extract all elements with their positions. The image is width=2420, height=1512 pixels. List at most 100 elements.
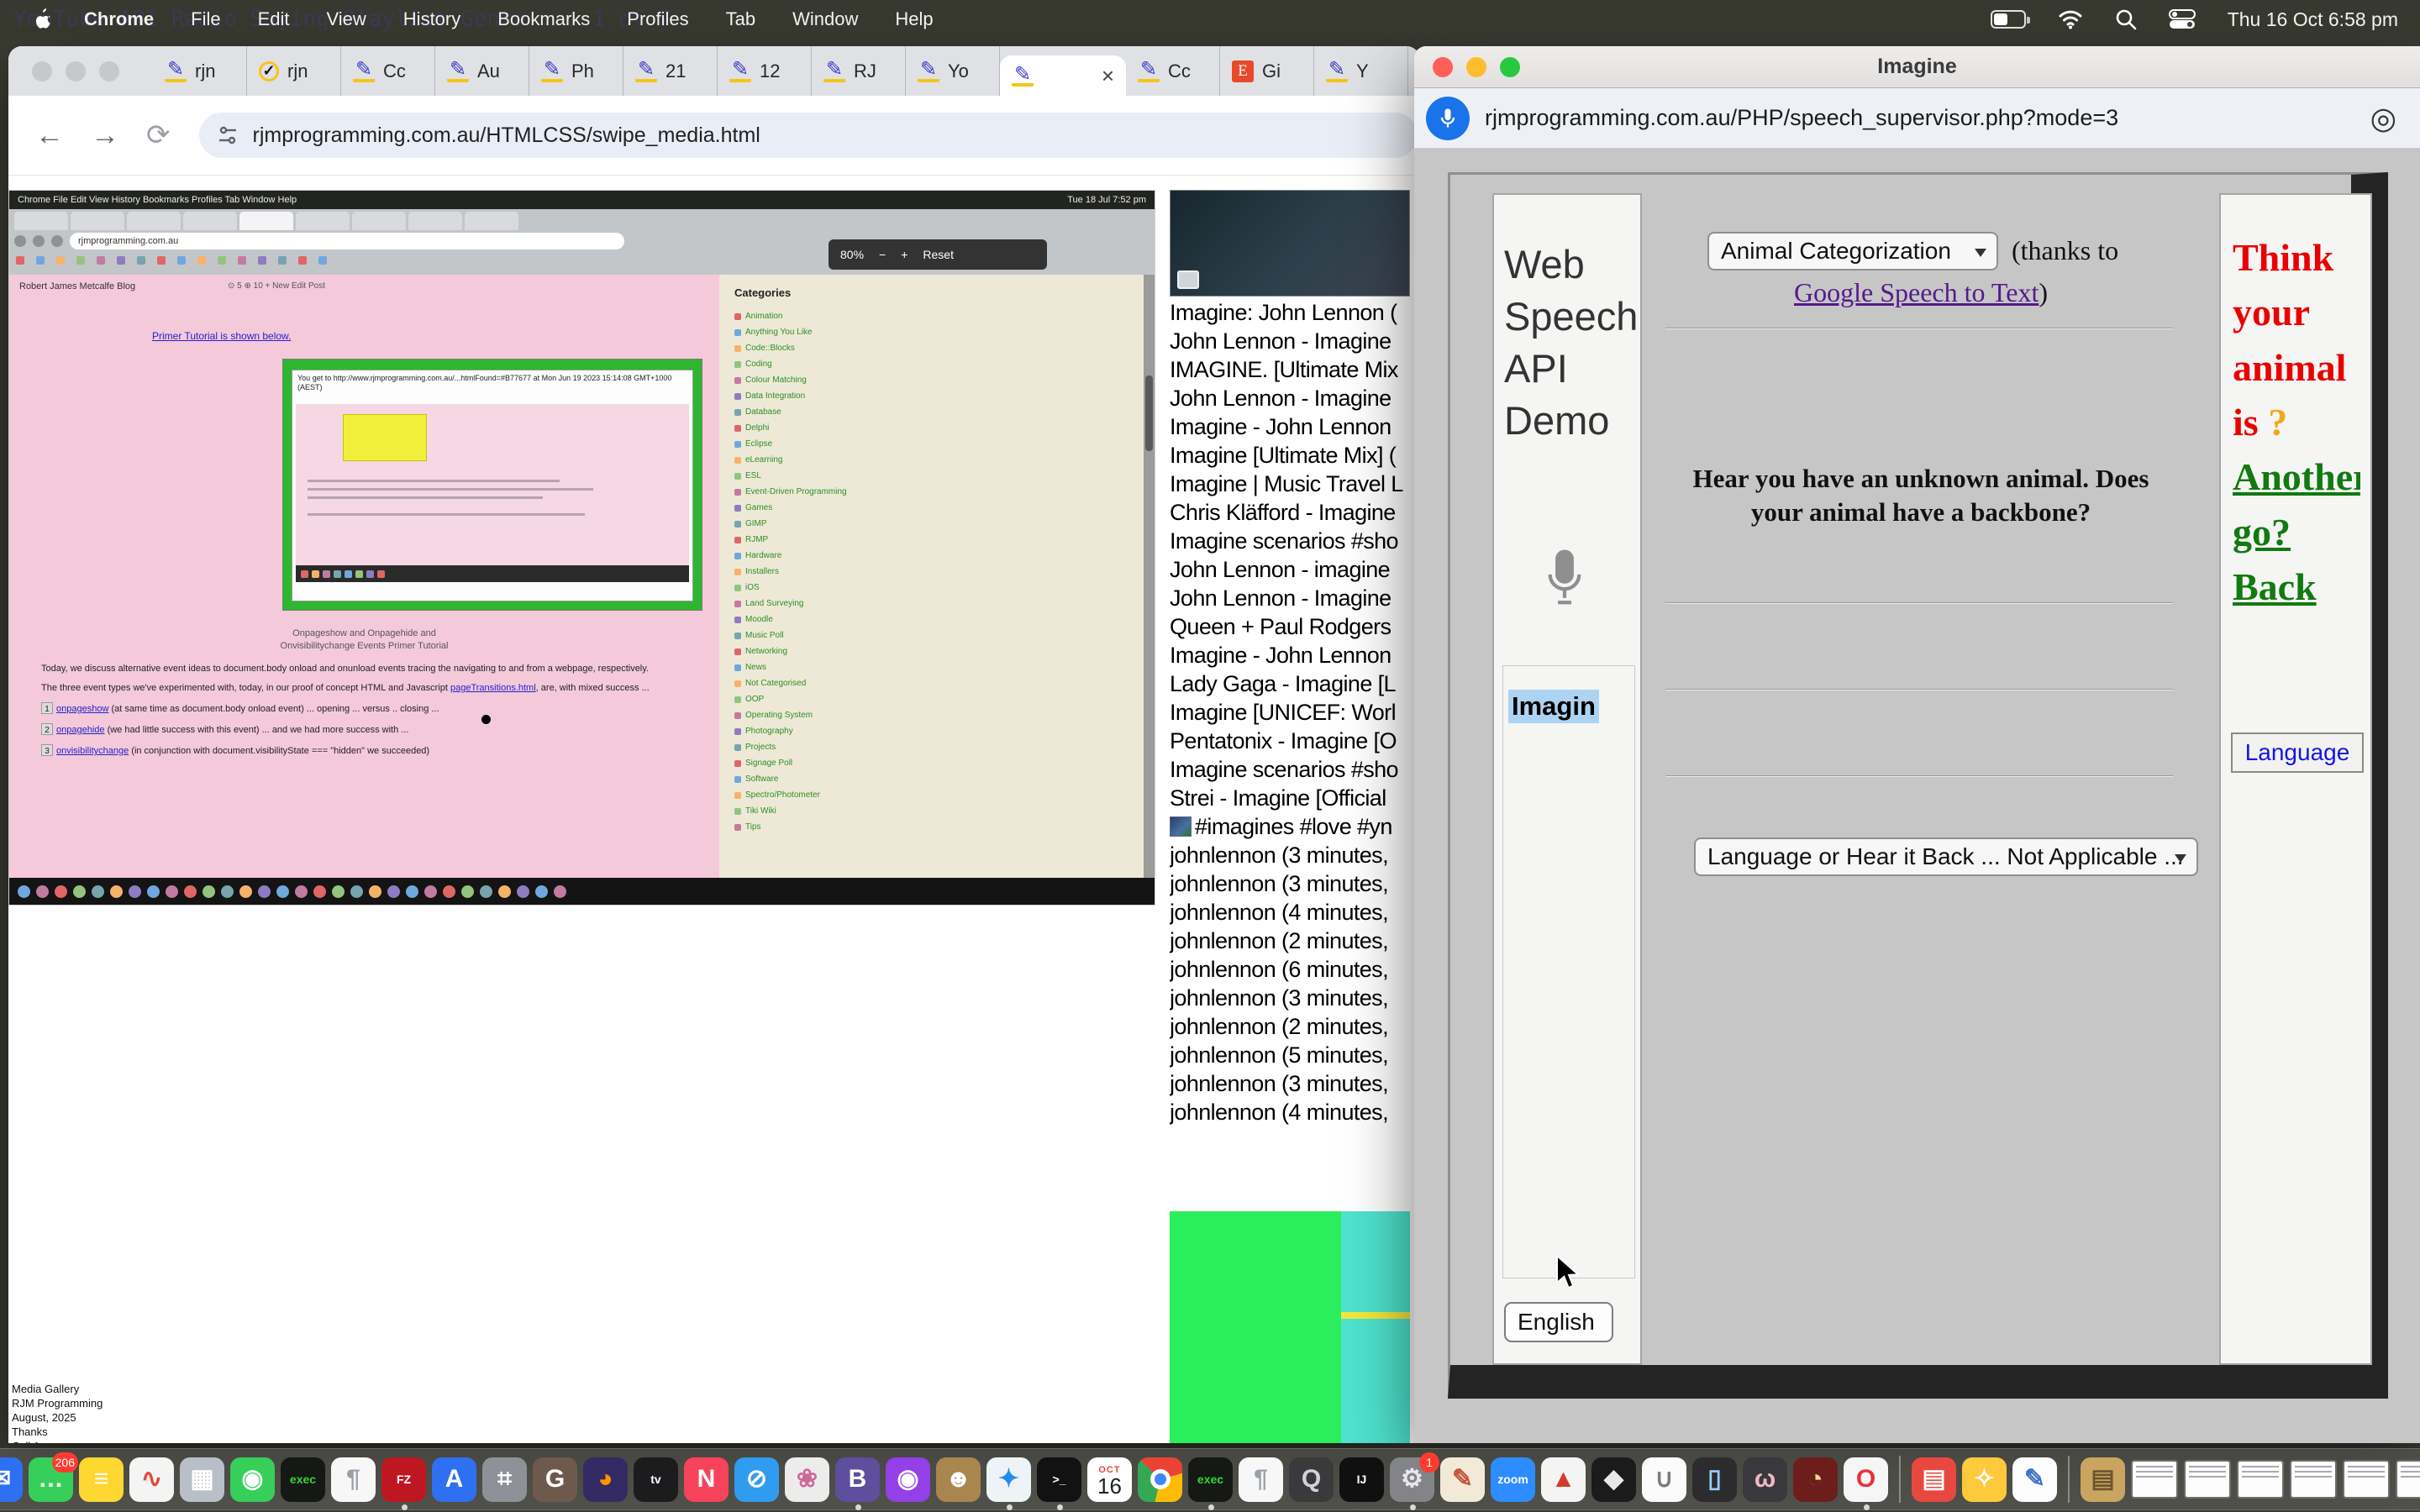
wifi-icon[interactable] [2058,9,2083,29]
zoom-out-icon[interactable]: − [879,248,886,261]
inkscape-icon[interactable]: ◆ [1591,1457,1636,1502]
calculator-icon[interactable]: ⌗ [482,1457,527,1502]
stocks-icon[interactable]: ∿ [129,1457,174,1502]
notes-list-icon[interactable]: ✎ [2012,1457,2057,1502]
category-link[interactable]: RJMP [734,532,847,548]
menu-edit[interactable]: Edit [258,8,290,29]
another-go-link[interactable]: Another go? [2233,455,2360,553]
category-link[interactable]: Tiki Wiki [734,803,847,819]
media-list-item[interactable]: johnlennon (6 minutes, [1170,955,1413,984]
filezilla-icon[interactable]: FZ [381,1457,426,1502]
terminal-icon[interactable]: >_ [1037,1457,1081,1502]
tutorial-event-link[interactable]: onpageshow [56,704,108,714]
eye-icon[interactable]: ◎ [2370,101,2396,136]
contacts-icon[interactable]: ☻ [936,1457,981,1502]
media-list-item[interactable]: Imagine - John Lennon [1170,641,1413,669]
primer-tutorial-link[interactable]: Primer Tutorial is shown below. [152,330,291,342]
molar-app-icon[interactable]: ∪ [1642,1457,1686,1502]
podcasts-icon[interactable]: ◉ [886,1457,930,1502]
playback-language-select[interactable]: Language or Hear it Back ... Not Applica… [1694,837,2198,876]
category-link[interactable]: Games [734,500,847,516]
language-english-button[interactable]: English [1504,1302,1613,1342]
media-list-item[interactable]: John Lennon - Imagine [1170,584,1413,612]
media-list-item[interactable]: johnlennon (3 minutes, [1170,869,1413,898]
control-center-icon[interactable] [2169,9,2196,29]
system-settings-icon[interactable]: ⚙1 [1390,1457,1434,1502]
media-list-item[interactable]: Imagine scenarios #sho [1170,527,1413,555]
spotlight-search-icon[interactable] [2115,8,2137,30]
google-speech-link[interactable]: Google Speech to Text [1794,277,2039,307]
opera-icon[interactable]: O [1844,1457,1888,1502]
category-link[interactable]: Not Categorised [734,675,847,691]
media-list-item[interactable]: johnlennon (5 minutes, [1170,1041,1413,1069]
intellij-idea-icon[interactable]: IJ [1339,1457,1384,1502]
minimized-window[interactable] [2237,1460,2284,1499]
url-text[interactable]: rjmprogramming.com.au/PHP/speech_supervi… [1485,105,2370,131]
media-list-item[interactable]: #imagines #love #yn [1170,812,1413,841]
category-link[interactable]: GIMP [734,516,847,532]
country-button[interactable]: United States [1504,1364,1642,1365]
category-link[interactable]: Projects [734,739,847,755]
browser-tab[interactable]: ✓rjn [247,46,341,96]
zoom-reset-button[interactable]: Reset [923,248,954,261]
media-list-item[interactable]: Imagine [UNICEF: Worl [1170,698,1413,727]
menu-view[interactable]: View [327,8,366,29]
media-list-item[interactable]: John Lennon - Imagine [1170,384,1413,412]
safari-icon[interactable]: ✦ [986,1457,1031,1502]
browser-tab[interactable]: ✎rjn [153,46,247,96]
apple-tv-icon[interactable]: tv [634,1457,678,1502]
browser-tab[interactable]: EGi [1220,46,1314,96]
category-link[interactable]: ESL [734,468,847,484]
gauge-app-icon[interactable]: ◔ [1793,1457,1838,1502]
close-tab-icon[interactable]: × [1102,63,1114,89]
browser-tab[interactable]: ✎Ph [529,46,623,96]
swipe-media-cyan-panel[interactable] [1341,1211,1410,1443]
back-link[interactable]: Back [2233,565,2317,608]
site-settings-icon[interactable] [216,123,239,147]
category-link[interactable]: Moodle [734,612,847,627]
media-list-item[interactable]: Chris Kläfford - Imagine [1170,498,1413,527]
tutorial-event-link[interactable]: onvisibilitychange [56,746,129,756]
category-link[interactable]: Event-Driven Programming [734,484,847,500]
category-link[interactable]: Code::Blocks [734,340,847,356]
language-button[interactable]: Language [2231,732,2364,773]
page-transitions-link[interactable]: pageTransitions.html [450,683,536,693]
category-link[interactable]: Software [734,771,847,787]
microphone-permission-icon[interactable] [1426,97,1470,140]
category-link[interactable]: Music Poll [734,627,847,643]
apple-logo-icon[interactable] [34,8,52,30]
photos-icon[interactable]: ❀ [785,1457,829,1502]
media-list-item[interactable]: Imagine - John Lennon [1170,412,1413,441]
category-link[interactable]: Installers [734,564,847,580]
menu-file[interactable]: File [191,8,220,29]
minimized-window[interactable] [2184,1460,2231,1499]
media-list-item[interactable]: Strei - Imagine [Official [1170,784,1413,812]
address-bar[interactable]: rjmprogramming.com.au/HTMLCSS/swipe_medi… [199,113,1418,158]
textedit-icon[interactable]: ¶ [331,1457,376,1502]
browser-tab[interactable]: ✎RJ [812,46,906,96]
news-icon[interactable]: N [684,1457,729,1502]
gimp-icon[interactable]: G [533,1457,577,1502]
bbedit-icon[interactable]: B [835,1457,880,1502]
category-link[interactable]: Tips [734,819,847,835]
quicktime-icon[interactable]: Q [1289,1457,1334,1502]
category-link[interactable]: Anything You Like [734,324,847,340]
nested-screen-recording[interactable]: Chrome File Edit View History Bookmarks … [8,190,1155,906]
delta-app-icon[interactable]: ▲ [1541,1457,1586,1502]
media-list-item[interactable]: Pentatonix - Imagine [O [1170,727,1413,755]
back-icon[interactable]: ← [35,119,64,152]
category-link[interactable]: Coding [734,356,847,372]
category-link[interactable]: iOS [734,580,847,596]
media-folder-icon[interactable]: ▤ [2081,1457,2125,1502]
browser-tab[interactable]: ✎21 [623,46,718,96]
category-link[interactable]: Eclipse [734,436,847,452]
chrome-icon[interactable] [1138,1457,1182,1502]
zoom-in-icon[interactable]: + [901,248,908,261]
menu-bar-clock[interactable]: Thu 16 Oct 6:58 pm [2228,8,2398,31]
forward-icon[interactable]: → [91,119,119,152]
mail-icon[interactable]: ✉ [0,1457,23,1502]
media-list-item[interactable]: johnlennon (3 minutes, [1170,984,1413,1012]
menu-help[interactable]: Help [895,8,933,29]
swipe-media-green-panel[interactable] [1170,1211,1410,1443]
exec-terminal-icon[interactable]: exec [281,1457,325,1502]
